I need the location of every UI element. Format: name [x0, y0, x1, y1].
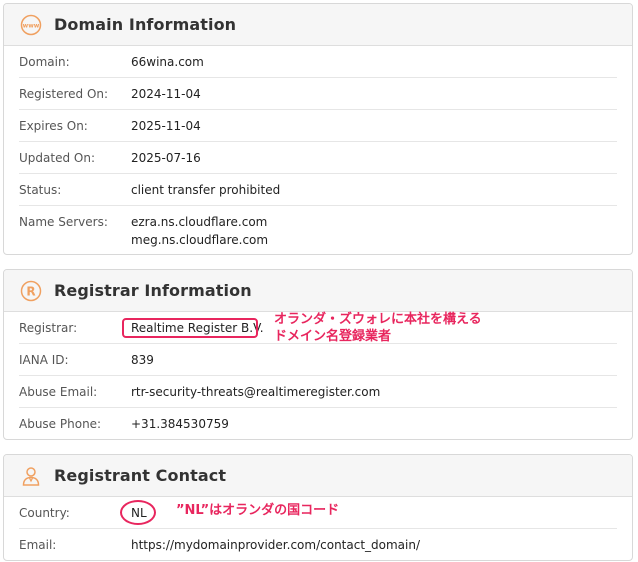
registered-on-label: Registered On:	[19, 87, 109, 101]
registrar-information-header: R Registrar Information	[4, 270, 632, 312]
expires-on-value: 2025-11-04	[131, 119, 201, 133]
person-icon	[20, 465, 42, 487]
domain-row: Domain: 66wina.com	[19, 46, 617, 78]
registrar-label: Registrar:	[19, 321, 78, 335]
registered-on-row: Registered On: 2024-11-04	[19, 78, 617, 110]
domain-value: 66wina.com	[131, 55, 204, 69]
iana-id-label: IANA ID:	[19, 353, 69, 367]
iana-id-value: 839	[131, 353, 154, 367]
name-servers-row: Name Servers: ezra.ns.cloudflare.com meg…	[19, 206, 617, 254]
abuse-email-value: rtr-security-threats@realtimeregister.co…	[131, 385, 381, 399]
registrar-highlight-box	[122, 318, 258, 338]
registrant-contact-title: Registrant Contact	[54, 466, 227, 485]
abuse-phone-row: Abuse Phone: +31.384530759	[19, 408, 617, 439]
abuse-phone-value: +31.384530759	[131, 417, 229, 431]
updated-on-label: Updated On:	[19, 151, 95, 165]
email-label: Email:	[19, 538, 57, 552]
status-label: Status:	[19, 183, 62, 197]
country-annotation: ”NL”はオランダの国コード	[176, 503, 340, 518]
registrant-contact-header: Registrant Contact	[4, 455, 632, 497]
status-value: client transfer prohibited	[131, 183, 281, 197]
updated-on-row: Updated On: 2025-07-16	[19, 142, 617, 174]
country-label: Country:	[19, 506, 70, 520]
registrar-information-title: Registrar Information	[54, 281, 252, 300]
registered-on-value: 2024-11-04	[131, 87, 201, 101]
domain-information-title: Domain Information	[54, 15, 237, 34]
name-server-2: meg.ns.cloudflare.com	[131, 233, 269, 247]
name-server-1: ezra.ns.cloudflare.com	[131, 215, 268, 229]
www-icon: www	[20, 14, 42, 36]
status-row: Status: client transfer prohibited	[19, 174, 617, 206]
iana-id-row: IANA ID: 839	[19, 344, 617, 376]
country-highlight-oval	[120, 500, 156, 525]
abuse-email-label: Abuse Email:	[19, 385, 98, 399]
domain-information-card: www Domain Information Domain: 66wina.co…	[3, 3, 633, 255]
email-value[interactable]: https://mydomainprovider.com/contact_dom…	[131, 536, 420, 554]
abuse-phone-label: Abuse Phone:	[19, 417, 102, 431]
registrar-annotation-line1: オランダ・ズウォレに本社を構える	[274, 312, 482, 327]
registered-icon: R	[20, 280, 42, 302]
svg-text:R: R	[26, 284, 35, 298]
expires-on-label: Expires On:	[19, 119, 88, 133]
expires-on-row: Expires On: 2025-11-04	[19, 110, 617, 142]
updated-on-value: 2025-07-16	[131, 151, 201, 165]
email-row: Email: https://mydomainprovider.com/cont…	[19, 529, 617, 560]
domain-information-header: www Domain Information	[4, 4, 632, 46]
registrar-information-card: R Registrar Information Registrar: Realt…	[3, 269, 633, 440]
svg-text:www: www	[23, 22, 40, 29]
abuse-email-row: Abuse Email: rtr-security-threats@realti…	[19, 376, 617, 408]
name-servers-label: Name Servers:	[19, 215, 108, 229]
domain-label: Domain:	[19, 55, 70, 69]
registrar-annotation-line2: ドメイン名登録業者	[274, 329, 392, 344]
